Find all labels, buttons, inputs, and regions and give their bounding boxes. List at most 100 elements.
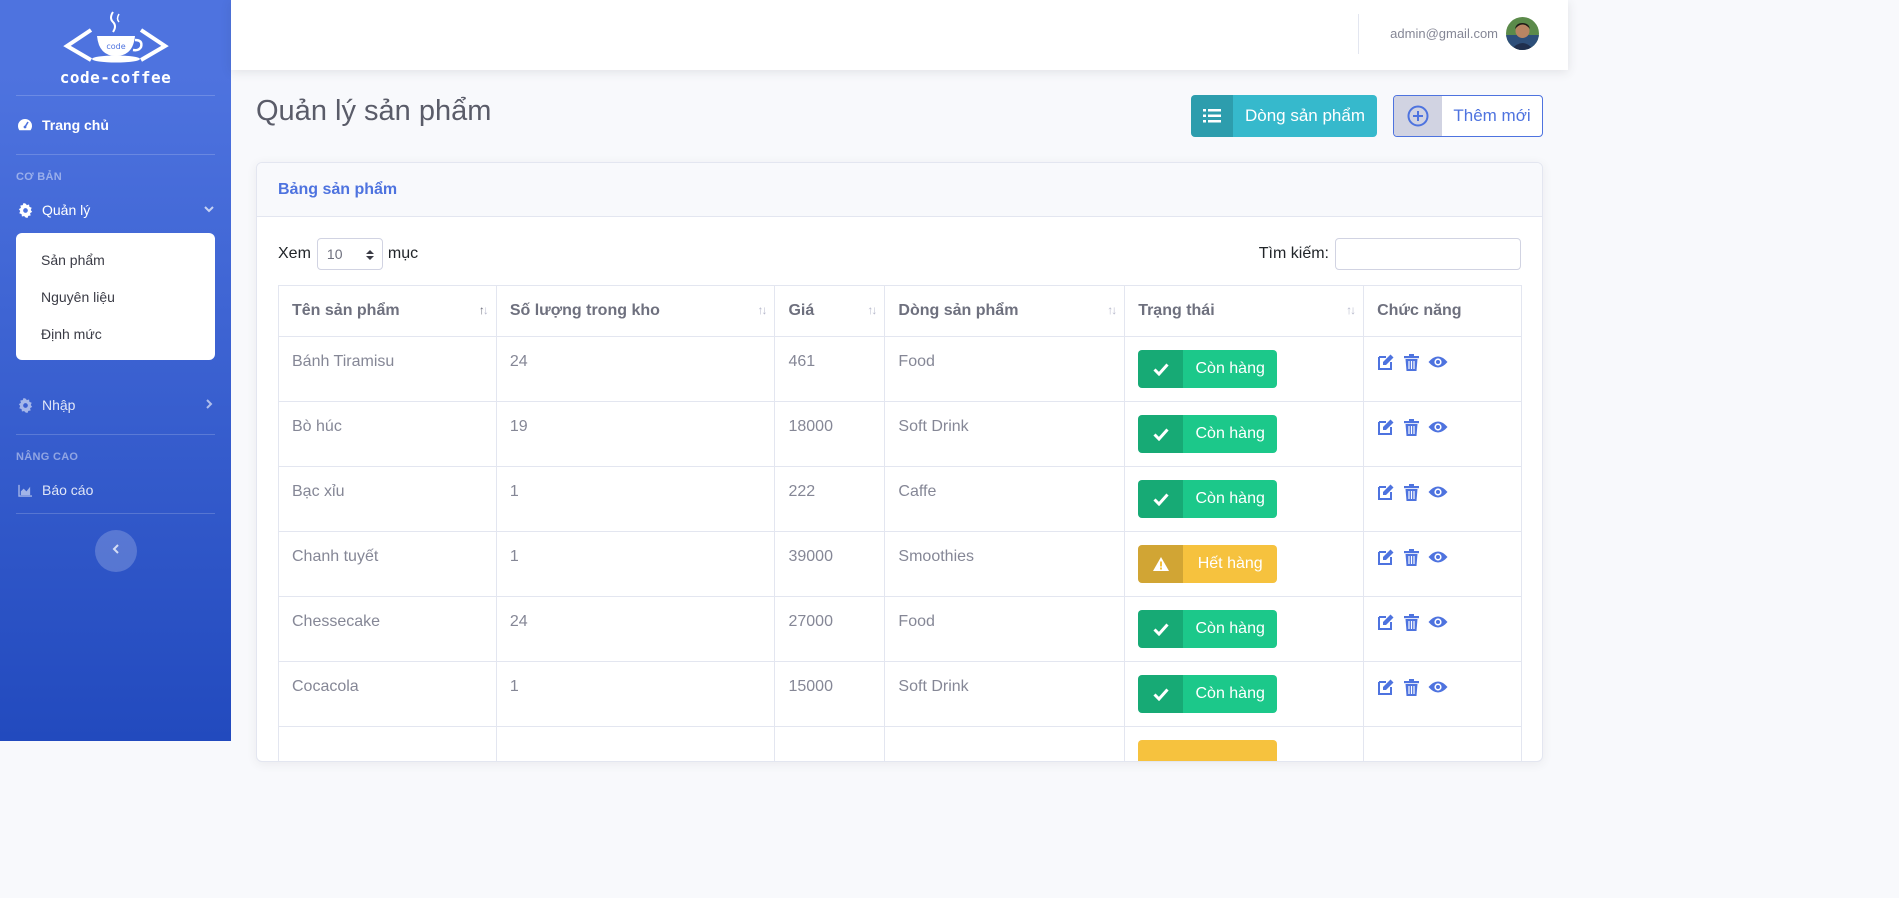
column-header-line[interactable]: Dòng sản phẩm ↑↓ bbox=[884, 285, 1126, 337]
eye-icon[interactable] bbox=[1428, 615, 1448, 629]
eye-icon[interactable] bbox=[1428, 420, 1448, 434]
column-header-qty[interactable]: Số lượng trong kho ↑↓ bbox=[495, 285, 776, 337]
sort-icon: ↑↓ bbox=[1346, 303, 1356, 317]
cell-line: Soft Drink bbox=[884, 661, 1126, 727]
cell-qty: 1 bbox=[495, 661, 776, 727]
status-badge bbox=[1138, 740, 1278, 761]
cell-qty: 1 bbox=[495, 466, 776, 532]
brand[interactable]: code code-coffee bbox=[0, 0, 231, 95]
status-label: Còn hàng bbox=[1195, 425, 1265, 442]
check-icon bbox=[1138, 675, 1184, 713]
eye-icon[interactable] bbox=[1428, 680, 1448, 694]
chevron-right-icon bbox=[203, 397, 215, 413]
cell-line: Food bbox=[884, 336, 1126, 402]
search-control: Tìm kiếm: bbox=[1259, 238, 1521, 270]
column-header-status[interactable]: Trạng thái ↑↓ bbox=[1124, 285, 1365, 337]
trash-icon[interactable] bbox=[1404, 548, 1420, 566]
cell-qty: 24 bbox=[495, 596, 776, 662]
trash-icon[interactable] bbox=[1404, 418, 1420, 436]
check-icon bbox=[1138, 415, 1184, 453]
submenu-item-products[interactable]: Sản phẩm bbox=[16, 241, 215, 278]
page-length-select[interactable]: 10 bbox=[316, 238, 383, 270]
product-lines-label: Dòng sản phẩm bbox=[1244, 106, 1366, 125]
submenu-item-ingredients[interactable]: Nguyên liệu bbox=[16, 278, 215, 315]
trash-icon[interactable] bbox=[1404, 613, 1420, 631]
status-badge: Còn hàng bbox=[1138, 350, 1278, 388]
cell-qty: 19 bbox=[495, 401, 776, 467]
plus-circle-icon bbox=[1394, 96, 1442, 136]
cell-qty: 24 bbox=[495, 336, 776, 402]
cell-actions bbox=[1363, 661, 1522, 727]
edit-icon[interactable] bbox=[1377, 548, 1395, 566]
column-header-price[interactable]: Giá ↑↓ bbox=[774, 285, 886, 337]
cell-actions bbox=[1363, 531, 1522, 597]
manage-submenu: Sản phẩm Nguyên liệu Định mức bbox=[16, 233, 215, 360]
tachometer-icon bbox=[16, 116, 34, 134]
cell-name: Cocacola bbox=[278, 661, 497, 727]
status-badge: Còn hàng bbox=[1138, 480, 1278, 518]
column-header-label: Trạng thái bbox=[1138, 302, 1215, 319]
eye-icon[interactable] bbox=[1428, 485, 1448, 499]
cell-name: Chanh tuyết bbox=[278, 531, 497, 597]
cell-actions bbox=[1363, 336, 1522, 402]
status-label: Hết hàng bbox=[1197, 555, 1263, 572]
user-email[interactable]: admin@gmail.com bbox=[1390, 26, 1498, 41]
column-header-label: Số lượng trong kho bbox=[509, 302, 660, 319]
sidebar-item-manage[interactable]: Quản lý bbox=[0, 187, 231, 233]
trash-icon[interactable] bbox=[1404, 353, 1420, 371]
trash-icon[interactable] bbox=[1404, 678, 1420, 696]
sort-icon: ↑↓ bbox=[867, 303, 877, 317]
cell-status: Còn hàng bbox=[1124, 661, 1365, 727]
status-badge: Còn hàng bbox=[1138, 415, 1278, 453]
sidebar-item-label: Nhập bbox=[42, 397, 76, 413]
page-length-value: 10 bbox=[326, 246, 343, 262]
card-title: Bảng sản phẩm bbox=[257, 163, 1542, 217]
sidebar-divider bbox=[16, 513, 215, 514]
cell-line: Smoothies bbox=[884, 531, 1126, 597]
warning-icon bbox=[1138, 545, 1184, 583]
cell-price: 461 bbox=[774, 336, 886, 402]
table-row: Bạc xỉu 1 222 Caffe Còn hàng bbox=[278, 466, 1522, 532]
sidebar-item-report[interactable]: Báo cáo bbox=[0, 467, 231, 513]
cell-price: 222 bbox=[774, 466, 886, 532]
add-new-label: Thêm mới bbox=[1453, 106, 1531, 125]
trash-icon[interactable] bbox=[1404, 483, 1420, 501]
cell-line: Soft Drink bbox=[884, 401, 1126, 467]
gear-icon bbox=[16, 396, 34, 414]
table-row: Bò húc 19 18000 Soft Drink Còn hàng bbox=[278, 401, 1522, 467]
status-badge: Còn hàng bbox=[1138, 610, 1278, 648]
edit-icon[interactable] bbox=[1377, 418, 1395, 436]
page-length-control: Xem 10 mục bbox=[278, 238, 418, 270]
submenu-item-norms[interactable]: Định mức bbox=[16, 315, 215, 352]
sort-asc-icon: ↑↓ bbox=[478, 303, 489, 317]
sidebar: code code-coffee Trang chủ CƠ BẢN Quản l… bbox=[0, 0, 231, 741]
sidebar-item-home[interactable]: Trang chủ bbox=[0, 96, 231, 154]
add-new-button[interactable]: Thêm mới bbox=[1393, 95, 1543, 137]
edit-icon[interactable] bbox=[1377, 353, 1395, 371]
gear-icon bbox=[16, 201, 34, 219]
avatar[interactable] bbox=[1506, 17, 1539, 50]
product-lines-button[interactable]: Dòng sản phẩm bbox=[1191, 95, 1377, 137]
chart-area-icon bbox=[16, 481, 34, 499]
status-label: Còn hàng bbox=[1195, 490, 1265, 507]
cell-qty: 1 bbox=[495, 531, 776, 597]
edit-icon[interactable] bbox=[1377, 678, 1395, 696]
status-label: Còn hàng bbox=[1195, 620, 1265, 637]
column-header-name[interactable]: Tên sản phẩm ↑↓ bbox=[278, 285, 497, 337]
sidebar-toggle-button[interactable] bbox=[94, 530, 137, 572]
cell-status: Hết hàng bbox=[1124, 531, 1365, 597]
show-label: Xem bbox=[278, 245, 311, 262]
sidebar-item-import[interactable]: Nhập bbox=[0, 376, 231, 434]
status-label: Còn hàng bbox=[1195, 685, 1265, 702]
status-label: Còn hàng bbox=[1195, 360, 1265, 377]
table-row: Chessecake 24 27000 Food Còn hàng bbox=[278, 596, 1522, 662]
table-row: Bánh Tiramisu 24 461 Food Còn hàng bbox=[278, 336, 1522, 402]
edit-icon[interactable] bbox=[1377, 613, 1395, 631]
search-input[interactable] bbox=[1335, 238, 1521, 270]
edit-icon[interactable] bbox=[1377, 483, 1395, 501]
column-header-label: Giá bbox=[788, 302, 815, 319]
eye-icon[interactable] bbox=[1428, 355, 1448, 369]
eye-icon[interactable] bbox=[1428, 550, 1448, 564]
select-arrows-icon bbox=[365, 248, 374, 264]
cell-name: Chessecake bbox=[278, 596, 497, 662]
